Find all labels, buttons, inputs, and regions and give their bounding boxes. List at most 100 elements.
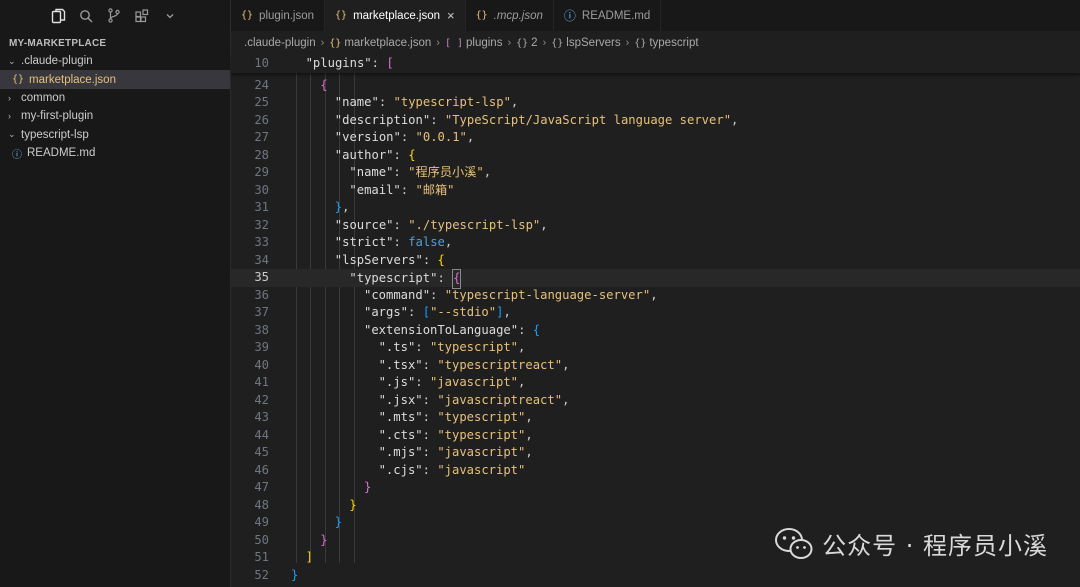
code-line[interactable]: 52} [231,567,1080,585]
code-text: "name": "typescript-lsp", [335,94,518,112]
breadcrumb-label: lspServers [566,36,621,49]
code-line[interactable]: 41 ".js": "javascript", [231,374,1080,392]
tab-readme-md[interactable]: ⓘ README.md [554,0,662,31]
breadcrumb-item[interactable]: {} lspServers [551,37,620,49]
code-line[interactable]: 32 "source": "./typescript-lsp", [231,217,1080,235]
code-line[interactable]: 44 ".cts": "typescript", [231,427,1080,445]
json-file-icon: {} [12,74,25,86]
json-key: "source" [334,217,394,232]
code-line[interactable]: 39 ".ts": "typescript", [231,339,1080,357]
line-number: 49 [254,515,269,529]
comma: , [444,235,453,249]
code-line[interactable]: 38 "extensionToLanguage": { [231,322,1080,340]
bracket: } [364,480,372,494]
json-string: "程序员小溪" [408,165,484,179]
code-text: ".mts": "typescript", [379,409,533,427]
tab--mcp-json[interactable]: {} .mcp.json [466,0,554,31]
code-line[interactable]: 33 "strict": false, [231,234,1080,252]
line-number: 35 [254,270,269,284]
colon: : [408,305,423,319]
breadcrumb-item[interactable]: {} 2 [516,37,537,49]
tree-item[interactable]: ⌄ typescript-lsp [0,126,230,144]
json-key: ".cts" [378,427,423,442]
line-number: 25 [254,95,269,109]
code-text: ".tsx": "typescriptreact", [379,357,570,375]
json-key: ".tsx" [378,357,423,372]
line-number: 37 [254,305,269,319]
code-line[interactable]: 26 "description": "TypeScript/JavaScript … [231,112,1080,130]
editor-tabs: {} plugin.json {} marketplace.json × {} .mcp.j… [231,0,1080,31]
breadcrumb-item[interactable]: {} marketplace.json [329,37,431,49]
tree-item[interactable]: {} marketplace.json [0,70,230,89]
chevron-down-icon[interactable] [160,6,180,26]
object-icon: {} [551,37,564,49]
close-icon[interactable]: × [447,8,455,23]
tree-item[interactable]: › common [0,89,230,107]
line-number: 50 [254,532,269,547]
code-line[interactable]: 30 "email": "邮箱" [231,182,1080,200]
tree-item[interactable]: ⓘ README.md [0,144,230,162]
code-line[interactable]: 47} [231,479,1080,497]
line-number: 31 [254,200,269,214]
bracket: [ [386,56,394,70]
code-line[interactable]: 27 "version": "0.0.1", [231,129,1080,147]
code-line[interactable]: 25 "name": "typescript-lsp", [231,94,1080,112]
breadcrumb-item[interactable]: {} typescript [634,37,698,49]
code-text: "strict": false, [335,234,452,252]
tree-item[interactable]: › my-first-plugin [0,107,230,125]
json-file-icon: {} [475,10,488,21]
colon: : [393,147,409,162]
tab-plugin-json[interactable]: {} plugin.json [231,0,326,31]
tab-marketplace-json[interactable]: {} marketplace.json × [325,0,466,31]
tree-item-label: common [21,91,66,104]
json-string: "typescript-language-server" [444,287,651,302]
chevron-down-icon: ⌄ [8,55,16,66]
json-string: "typescript-lsp" [393,95,511,109]
chevron-right-icon: › [8,92,11,103]
code-line[interactable]: 35 "typescript": { [231,269,1080,289]
code-line[interactable]: 43 ".mts": "typescript", [231,409,1080,427]
explorer-title: MY-MARKETPLACE [9,38,107,49]
code-line[interactable]: 42 ".jsx": "javascriptreact", [231,392,1080,410]
extensions-icon[interactable] [132,6,152,26]
code-line[interactable]: 29 "name": "程序员小溪", [231,164,1080,182]
code-line[interactable]: 36 "command": "typescript-language-server… [231,287,1080,305]
json-key: "name" [334,95,379,109]
search-icon[interactable] [76,6,96,26]
line-number: 43 [254,410,269,424]
code-line[interactable]: 28 "author": { [231,147,1080,165]
code-line[interactable]: 46 ".cjs": "javascript" [231,462,1080,480]
json-string: "typescript" [429,340,519,354]
code-line[interactable]: 24 { [231,77,1080,95]
json-string: "javascript" [429,375,519,389]
json-key: "email" [349,182,401,197]
sticky-scroll-header[interactable]: 10 "plugins": [ [231,54,1080,73]
line-number: 44 [254,427,269,442]
code-line[interactable]: 40 ".tsx": "typescriptreact", [231,357,1080,375]
comma: , [525,410,533,424]
bracket: { [437,252,445,267]
bracket: ] [305,550,313,564]
source-control-icon[interactable] [104,6,124,26]
json-key: ".cjs" [378,462,423,477]
code-line[interactable]: 34 "lspServers": { [231,252,1080,270]
code-text: "version": "0.0.1", [335,129,474,147]
code-line[interactable]: 45 ".mjs": "javascript", [231,444,1080,462]
code-line[interactable]: 37 "args": ["--stdio"], [231,304,1080,322]
tree-item-label: my-first-plugin [21,110,94,123]
line-number: 40 [254,357,269,372]
code-line[interactable]: 31}, [231,199,1080,217]
breadcrumb: .claude-plugin ›{} marketplace.json ›[ ] plu… [231,31,1080,54]
chevron-right-icon: › [320,36,325,49]
colon: : [393,165,409,179]
tree-item[interactable]: ⌄ .claude-plugin [0,52,230,70]
explorer-icon[interactable] [48,6,68,26]
code-line[interactable]: 48} [231,497,1080,515]
breadcrumb-item[interactable]: [ ] plugins [445,37,503,49]
comma: , [540,217,548,232]
breadcrumb-item[interactable]: .claude-plugin [244,37,316,49]
colon: : [400,130,416,144]
comma: , [525,427,533,442]
json-string: "typescript" [437,410,526,424]
code-editor[interactable]: 24 {25 "name": "typescript-lsp", 26 "descrip… [231,54,1080,587]
